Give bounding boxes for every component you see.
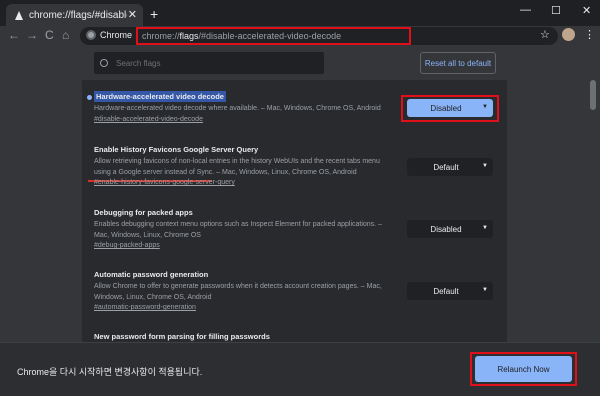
select-value: Default [433, 162, 459, 172]
flag-select-hardware-video-decode[interactable]: Disabled ▼ [407, 99, 493, 117]
profile-avatar[interactable] [562, 28, 575, 41]
chevron-down-icon: ▼ [482, 287, 488, 293]
site-chip[interactable]: Chrome [86, 30, 132, 40]
flag-title: Automatic password generation [94, 270, 209, 279]
flag-description: Allow Chrome to offer to generate passwo… [94, 283, 382, 301]
site-label: Chrome [100, 30, 133, 40]
flag-description: Hardware-accelerated video decode where … [94, 105, 381, 112]
flag-select-debug-packed-apps[interactable]: Disabled ▼ [407, 220, 493, 238]
browser-tab[interactable]: chrome://flags/#disable-accelerat ✕ [6, 4, 143, 26]
url-text[interactable]: chrome://flags/#disable-accelerated-vide… [136, 27, 411, 45]
flag-item: Automatic password generation Allow Chro… [94, 270, 384, 314]
select-value: Disabled [430, 103, 462, 113]
select-value: Disabled [430, 224, 462, 234]
flag-title: New password form parsing for filling pa… [94, 332, 270, 341]
chevron-down-icon: ▼ [482, 163, 488, 169]
flag-anchor-link[interactable]: #disable-accelerated-video-decode [94, 115, 384, 126]
bookmark-star-icon[interactable]: ☆ [540, 28, 550, 41]
close-window-button[interactable]: ✕ [582, 4, 591, 17]
flag-description: Enables debugging context menu options s… [94, 221, 382, 239]
close-tab-icon[interactable]: ✕ [128, 8, 137, 21]
url-host: flags [179, 31, 199, 41]
chevron-down-icon: ▼ [482, 225, 488, 231]
back-button[interactable]: ← [8, 28, 20, 42]
modified-indicator-dot [87, 95, 92, 100]
chrome-logo-icon [86, 30, 96, 40]
new-tab-button[interactable]: + [150, 6, 158, 22]
flag-description: Allow retrieving favicons of non-local e… [94, 158, 380, 176]
flag-title: Debugging for packed apps [94, 208, 193, 217]
flag-select-history-favicons[interactable]: Default ▼ [407, 158, 493, 176]
reload-button[interactable]: C [45, 28, 54, 42]
search-input[interactable]: Search flags [94, 52, 324, 74]
flag-item: Enable History Favicons Google Server Qu… [94, 145, 384, 189]
search-placeholder: Search flags [116, 58, 161, 68]
maximize-button[interactable]: ☐ [551, 4, 561, 17]
chevron-down-icon: ▼ [482, 104, 488, 110]
forward-button[interactable]: → [26, 28, 38, 42]
relaunch-message: Chrome을 다시 시작하면 변경사항이 적용됩니다. [17, 367, 203, 377]
flag-anchor-link[interactable]: #debug-packed-apps [94, 241, 384, 252]
reset-all-button[interactable]: Reset all to default [420, 52, 496, 74]
scrollbar[interactable] [590, 80, 596, 342]
page-icon [15, 10, 23, 20]
flag-anchor-link[interactable]: #automatic-password-generation [94, 303, 384, 314]
relaunch-button[interactable]: Relaunch Now [475, 356, 572, 382]
menu-icon[interactable]: ⋮ [584, 28, 595, 41]
search-icon [100, 59, 108, 67]
select-value: Default [433, 286, 459, 296]
scrollbar-thumb[interactable] [590, 80, 596, 110]
address-bar[interactable]: Chrome chrome://flags/#disable-accelerat… [80, 27, 558, 45]
minimize-button[interactable]: — [520, 4, 531, 16]
tab-title: chrome://flags/#disable-accelerat [29, 9, 127, 21]
flag-anchor-link[interactable]: #enable-history-favicons-google-server-q… [94, 178, 384, 189]
flag-title: Enable History Favicons Google Server Qu… [94, 145, 259, 154]
tab-bar: chrome://flags/#disable-accelerat ✕ + — … [0, 0, 600, 26]
url-path: /#disable-accelerated-video-decode [198, 31, 342, 41]
flag-item: Hardware-accelerated video decode Hardwa… [94, 91, 384, 126]
flag-select-password-generation[interactable]: Default ▼ [407, 282, 493, 300]
home-button[interactable]: ⌂ [62, 28, 69, 42]
flag-item: Debugging for packed apps Enables debugg… [94, 208, 384, 252]
flag-title: Hardware-accelerated video decode [94, 91, 226, 102]
url-scheme: chrome:// [142, 31, 180, 41]
flag-item: New password form parsing for filling pa… [94, 332, 384, 341]
browser-toolbar: ← → C ⌂ Chrome chrome://flags/#disable-a… [0, 26, 600, 46]
